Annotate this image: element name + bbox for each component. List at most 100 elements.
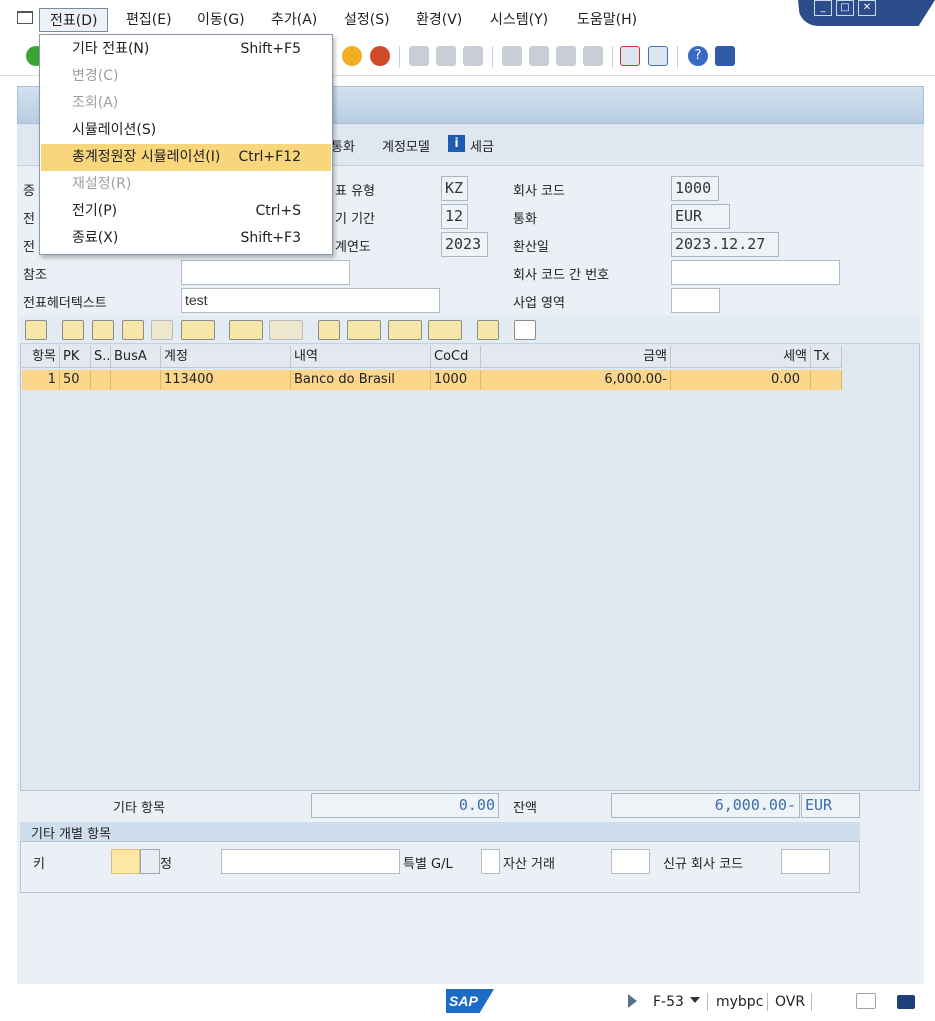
table-cell[interactable]: 0.00 [671, 370, 811, 390]
menu-edit[interactable]: 편집(E) [116, 8, 182, 32]
shortcut-icon[interactable] [648, 46, 668, 66]
close-icon[interactable]: ✕ [858, 0, 876, 16]
cross-cc-label: 회사 코드 간 번호 [513, 268, 610, 283]
menu-goto[interactable]: 이동(G) [187, 8, 255, 32]
menu-item-post[interactable]: 전기(P) Ctrl+S [41, 198, 331, 225]
column-header[interactable]: 세액 [671, 346, 811, 368]
table-cell[interactable]: 1000 [431, 370, 481, 390]
balance-currency: EUR [801, 793, 860, 818]
previous-page-icon[interactable] [529, 46, 549, 66]
details-icon[interactable] [25, 320, 47, 340]
table-cell[interactable] [111, 370, 161, 390]
menu-settings[interactable]: 설정(S) [334, 8, 400, 32]
posting-key-field[interactable] [111, 849, 140, 874]
first-page-icon[interactable] [502, 46, 522, 66]
column-header[interactable]: 금액 [481, 346, 671, 368]
currency-field[interactable]: EUR [671, 204, 730, 229]
cancel-icon[interactable] [370, 46, 390, 66]
table-cell[interactable]: 6,000.00- [481, 370, 671, 390]
customize-layout-icon[interactable] [715, 46, 735, 66]
layout-icon[interactable] [428, 320, 462, 340]
column-header[interactable]: 항목 [22, 346, 60, 368]
export-icon[interactable] [388, 320, 422, 340]
posting-key-label: 키 [33, 857, 45, 872]
business-area-field[interactable] [671, 288, 720, 313]
account-model-button[interactable]: 계정모델 [382, 136, 430, 155]
find-icon[interactable] [436, 46, 456, 66]
info-icon[interactable] [514, 320, 536, 340]
graphic-icon[interactable] [477, 320, 499, 340]
exchange-date-field[interactable]: 2023.12.27 [671, 232, 779, 257]
period-field[interactable]: 12 [441, 204, 468, 229]
table-cell[interactable]: 50 [60, 370, 91, 390]
column-header[interactable]: PK [60, 346, 91, 368]
currency-button[interactable]: 통화 [331, 136, 355, 155]
currency-label: 통화 [513, 212, 537, 227]
value-help-icon[interactable] [140, 849, 160, 874]
new-session-icon[interactable] [620, 46, 640, 66]
doc-type-field[interactable]: KZ [441, 176, 468, 201]
views-icon[interactable] [347, 320, 381, 340]
sum-icon[interactable] [229, 320, 263, 340]
menu-environment[interactable]: 환경(V) [406, 8, 472, 32]
table-cell[interactable] [91, 370, 111, 390]
table-cell[interactable] [811, 370, 842, 390]
sort-ascending-icon[interactable] [62, 320, 84, 340]
tax-button[interactable]: 세금 [470, 136, 494, 155]
table-cell[interactable]: 113400 [161, 370, 291, 390]
menu-item-simulate[interactable]: 시뮬레이션(S) [41, 117, 331, 144]
company-code-field[interactable]: 1000 [671, 176, 719, 201]
find-next-icon[interactable] [463, 46, 483, 66]
column-header[interactable]: 내역 [291, 346, 431, 368]
menu-system[interactable]: 시스템(Y) [480, 8, 558, 32]
chevron-down-icon[interactable] [690, 997, 700, 1003]
sort-descending-icon[interactable] [92, 320, 114, 340]
find-next-icon[interactable] [151, 320, 173, 340]
menu-item-exit[interactable]: 종료(X) Shift+F3 [41, 225, 331, 252]
find-icon[interactable] [122, 320, 144, 340]
menu-item-reset: 재설정(R) [72, 176, 132, 192]
exchange-date-label: 환산일 [513, 240, 549, 255]
new-company-code-label: 신규 회사 코드 [663, 857, 744, 872]
asset-transaction-field[interactable] [611, 849, 650, 874]
column-header[interactable]: CoCd [431, 346, 481, 368]
table-cell[interactable]: 1 [22, 370, 60, 390]
cross-cc-field[interactable] [671, 260, 840, 285]
help-icon[interactable]: ? [688, 46, 708, 66]
column-header[interactable]: BusA [111, 346, 161, 368]
play-icon[interactable] [628, 994, 637, 1008]
period-label: 기 기간 [335, 212, 376, 227]
subtotal-icon[interactable] [269, 320, 303, 340]
header-text-field[interactable]: test [181, 288, 440, 313]
transaction-code: F-53 [653, 994, 684, 1010]
print-icon[interactable] [318, 320, 340, 340]
server-name: mybpc [716, 994, 764, 1010]
table-cell[interactable]: Banco do Brasil [291, 370, 431, 390]
menu-bar: 전표(D) 편집(E) 이동(G) 추가(A) 설정(S) 환경(V) 시스템(… [0, 0, 935, 38]
menu-item-other-document[interactable]: 기타 전표(N) Shift+F5 [41, 36, 331, 63]
menu-document[interactable]: 전표(D) [39, 8, 109, 32]
menu-extras[interactable]: 추가(A) [261, 8, 327, 32]
company-code-label: 회사 코드 [513, 184, 565, 199]
column-header[interactable]: S... [91, 346, 111, 368]
menu-item-simulate-general-ledger[interactable]: 총계정원장 시뮬레이션(I) Ctrl+F12 [41, 144, 331, 171]
next-page-icon[interactable] [556, 46, 576, 66]
column-header[interactable]: Tx [811, 346, 842, 368]
reference-field[interactable] [181, 260, 350, 285]
connection-icon [856, 993, 876, 1009]
last-page-icon[interactable] [583, 46, 603, 66]
new-company-code-field[interactable] [781, 849, 830, 874]
system-menu-icon[interactable] [17, 11, 33, 24]
column-header[interactable]: 계정 [161, 346, 291, 368]
minimize-icon[interactable]: _ [814, 0, 832, 16]
filter-icon[interactable] [181, 320, 215, 340]
exit-icon[interactable] [342, 46, 362, 66]
menu-help[interactable]: 도움말(H) [567, 8, 647, 32]
print-icon[interactable] [409, 46, 429, 66]
account-field[interactable] [221, 849, 400, 874]
maximize-icon[interactable]: □ [836, 0, 854, 16]
business-area-label: 사업 영역 [513, 296, 565, 311]
special-gl-field[interactable] [481, 849, 500, 874]
fiscal-year-field[interactable]: 2023 [441, 232, 488, 257]
input-mode: OVR [775, 994, 806, 1010]
